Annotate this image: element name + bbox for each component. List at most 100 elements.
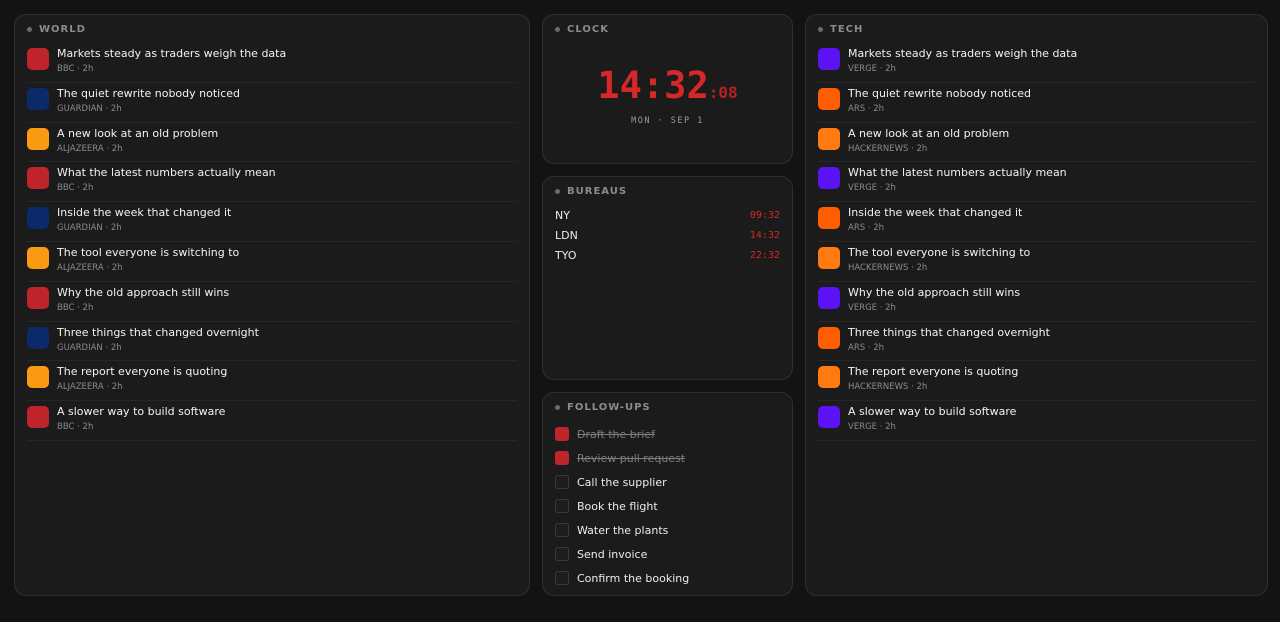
clock-time: 14:32:08 <box>543 67 792 104</box>
todo-item[interactable]: Book the flight <box>555 494 780 518</box>
news-meta: ALJAZEERA · 2h <box>57 262 123 273</box>
world-panel: WORLD Markets steady as traders weigh th… <box>14 14 530 596</box>
news-item[interactable]: The quiet rewrite nobody noticed GUARDIAN… <box>27 83 517 123</box>
news-item[interactable]: The tool everyone is switching to ALJAZEE… <box>27 242 517 282</box>
news-item[interactable]: Inside the week that changed it ARS · 2h <box>818 202 1255 242</box>
news-item[interactable]: A new look at an old problem HACKERNEWS ·… <box>818 123 1255 163</box>
source-logo-icon <box>27 167 49 190</box>
news-headline: The tool everyone is switching to <box>57 245 240 259</box>
todo-item[interactable]: Send invoice <box>555 542 780 566</box>
todo-checkbox[interactable] <box>555 475 569 489</box>
news-headline: The quiet rewrite nobody noticed <box>848 86 1032 100</box>
news-item[interactable]: Markets steady as traders weigh the data… <box>818 43 1255 83</box>
news-meta: BBC · 2h <box>57 302 94 313</box>
news-headline: The report everyone is quoting <box>57 365 228 379</box>
news-item[interactable]: Why the old approach still wins BBC · 2h <box>27 282 517 322</box>
clock-panel-title: CLOCK <box>567 24 609 35</box>
todo-checkbox[interactable] <box>555 523 569 537</box>
source-logo-icon <box>27 286 49 309</box>
news-item[interactable]: The report everyone is quoting HACKERNEWS… <box>818 361 1255 402</box>
bureau-city: NY <box>555 208 570 222</box>
todo-list: Draft the brief Review pull request Call… <box>555 422 780 590</box>
news-meta: HACKERNEWS · 2h <box>848 143 928 154</box>
source-logo-icon <box>818 366 840 389</box>
news-meta: ARS · 2h <box>848 342 885 353</box>
news-item[interactable]: What the latest numbers actually mean VER… <box>818 162 1255 203</box>
source-logo-icon <box>27 87 49 110</box>
todo-item[interactable]: Call the supplier <box>555 470 780 494</box>
news-item[interactable]: Why the old approach still wins VERGE · 2… <box>818 282 1255 322</box>
news-headline: Three things that changed overnight <box>57 325 259 339</box>
todo-label: Call the supplier <box>577 475 667 489</box>
clock-panel-header: CLOCK <box>555 24 609 35</box>
world-news-list: Markets steady as traders weigh the data… <box>27 43 517 441</box>
news-item[interactable]: The report everyone is quoting ALJAZEERA … <box>27 361 517 402</box>
news-meta: HACKERNEWS · 2h <box>848 382 928 393</box>
followups-panel-header: FOLLOW-UPS <box>555 402 651 413</box>
news-item[interactable]: Three things that changed overnight GUARD… <box>27 322 517 362</box>
todo-checkbox[interactable] <box>555 451 569 465</box>
bureau-time: 22:32 <box>749 249 780 261</box>
todo-item[interactable]: Water the plants <box>555 518 780 542</box>
news-headline: What the latest numbers actually mean <box>57 166 276 180</box>
bureau-row: NY 09:32 <box>555 205 780 225</box>
news-item[interactable]: Markets steady as traders weigh the data… <box>27 43 517 83</box>
news-headline: What the latest numbers actually mean <box>848 166 1067 180</box>
bureaus-panel-title: BUREAUS <box>567 186 628 197</box>
news-meta: BBC · 2h <box>57 64 94 74</box>
news-headline: Three things that changed overnight <box>848 325 1050 339</box>
todo-label: Review pull request <box>577 451 686 465</box>
news-meta: BBC · 2h <box>57 183 94 194</box>
todo-checkbox[interactable] <box>555 547 569 561</box>
bullet-dot-icon <box>27 27 32 32</box>
bureau-row: TYO 22:32 <box>555 245 780 265</box>
bureau-city: LDN <box>555 228 578 242</box>
news-headline: A slower way to build software <box>57 405 226 419</box>
news-headline: Markets steady as traders weigh the data <box>57 47 287 60</box>
todo-checkbox[interactable] <box>555 427 569 441</box>
news-headline: A slower way to build software <box>848 405 1017 419</box>
news-meta: ALJAZEERA · 2h <box>57 143 123 154</box>
tech-news-list: Markets steady as traders weigh the data… <box>818 43 1255 441</box>
bureau-row: LDN 14:32 <box>555 225 780 245</box>
todo-item[interactable]: Confirm the booking <box>555 566 780 590</box>
news-headline: A new look at an old problem <box>848 126 1010 140</box>
todo-item[interactable]: Review pull request <box>555 446 780 470</box>
news-item[interactable]: What the latest numbers actually mean BBC… <box>27 162 517 203</box>
source-logo-icon <box>818 48 840 70</box>
todo-label: Confirm the booking <box>577 571 690 585</box>
news-headline: Inside the week that changed it <box>848 206 1023 220</box>
news-item[interactable]: A new look at an old problem ALJAZEERA · … <box>27 123 517 163</box>
source-logo-icon <box>27 406 49 429</box>
news-item[interactable]: Three things that changed overnight ARS ·… <box>818 322 1255 362</box>
news-item[interactable]: The quiet rewrite nobody noticed ARS · 2h <box>818 83 1255 123</box>
todo-label: Water the plants <box>577 523 669 537</box>
news-meta: ARS · 2h <box>848 223 885 234</box>
tech-panel-title: TECH <box>830 24 864 35</box>
news-item[interactable]: Inside the week that changed it GUARDIAN … <box>27 202 517 242</box>
clock-hours-minutes: 14:32 <box>597 64 709 107</box>
source-logo-icon <box>27 366 49 389</box>
clock-date: MON · SEP 1 <box>631 116 704 126</box>
bullet-dot-icon <box>555 27 560 32</box>
todo-checkbox[interactable] <box>555 571 569 585</box>
source-logo-icon <box>818 207 840 230</box>
news-item[interactable]: A slower way to build software BBC · 2h <box>27 401 517 441</box>
news-meta: VERGE · 2h <box>848 422 896 433</box>
todo-checkbox[interactable] <box>555 499 569 513</box>
todo-label: Book the flight <box>577 499 658 513</box>
news-headline: The tool everyone is switching to <box>848 245 1031 259</box>
news-headline: A new look at an old problem <box>57 126 219 140</box>
news-meta: VERGE · 2h <box>848 302 896 313</box>
source-logo-icon <box>27 207 49 230</box>
bureaus-panel-header: BUREAUS <box>555 186 627 197</box>
news-item[interactable]: A slower way to build software VERGE · 2h <box>818 401 1255 441</box>
bullet-dot-icon <box>818 27 823 32</box>
news-meta: ARS · 2h <box>848 103 885 114</box>
todo-label: Send invoice <box>577 547 648 561</box>
news-item[interactable]: The tool everyone is switching to HACKERN… <box>818 242 1255 282</box>
source-logo-icon <box>818 406 840 429</box>
todo-item[interactable]: Draft the brief <box>555 422 780 446</box>
news-meta: GUARDIAN · 2h <box>57 342 122 353</box>
bureau-time: 14:32 <box>749 229 780 241</box>
